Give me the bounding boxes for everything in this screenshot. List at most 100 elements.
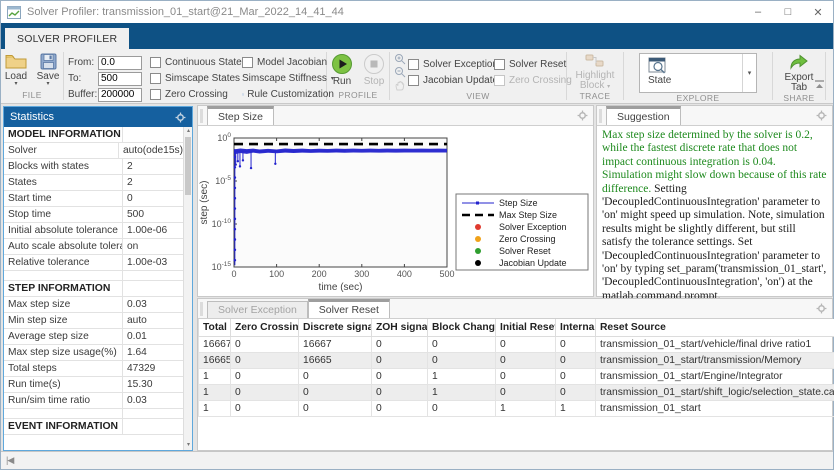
folder-icon	[5, 53, 27, 70]
stats-row[interactable]: Total steps47329	[4, 361, 183, 377]
svg-text:0: 0	[231, 269, 236, 279]
svg-text:10-5: 10-5	[215, 175, 231, 186]
tab-suggestion[interactable]: Suggestion	[606, 106, 681, 125]
column-header[interactable]: Discrete signal	[299, 319, 372, 336]
column-header[interactable]: Initial Reset	[496, 319, 556, 336]
statistics-panel: Statistics MODEL INFORMATIONSolverauto(o…	[3, 106, 193, 451]
zero-crossing-checkbox[interactable]	[150, 89, 161, 100]
tab-solver-reset[interactable]: Solver Reset	[308, 299, 390, 318]
stats-row[interactable]: Relative tolerance1.00e-03	[4, 255, 183, 271]
buffer-input[interactable]	[98, 88, 142, 102]
table-row[interactable]: 1000100transmission_01_start/shift_logic…	[199, 384, 834, 400]
ribbon-section-file: Load ▾ Save ▾ FILE	[1, 49, 63, 103]
simscape-stiffness-dropdown[interactable]: Simscape Stiffness▾	[242, 71, 334, 86]
stats-row[interactable]: Run/sim time ratio0.03	[4, 393, 183, 409]
zoom-in-icon[interactable]	[394, 53, 406, 65]
section-label-explore: EXPLORE	[624, 93, 772, 103]
scrollbar-thumb[interactable]	[185, 137, 191, 195]
stats-row[interactable]: Max step size0.03	[4, 297, 183, 313]
maximize-button[interactable]: □	[773, 1, 803, 23]
section-label-share: SHARE	[773, 93, 825, 103]
close-button[interactable]: ✕	[803, 1, 833, 23]
suggestion-gear-icon[interactable]	[816, 110, 827, 121]
scroll-up-icon[interactable]: ▴	[184, 127, 193, 136]
stats-row[interactable]: Average step size0.01	[4, 329, 183, 345]
table-row[interactable]: 1000011transmission_01_start	[199, 400, 834, 416]
svg-text:500: 500	[439, 269, 454, 279]
column-header[interactable]: Zero Crossing	[231, 319, 299, 336]
step-size-chart[interactable]: 010020030040050010010-510-1010-15time (s…	[198, 126, 593, 296]
column-header[interactable]: Total	[199, 319, 231, 336]
view-solver-exception-checkbox[interactable]	[408, 59, 419, 70]
stats-row	[4, 409, 183, 419]
collapse-left-panel-icon[interactable]: |◀	[6, 455, 13, 466]
zoom-out-icon[interactable]	[394, 66, 406, 78]
highlight-block-button: Highlight Block ▾	[569, 53, 621, 91]
scroll-down-icon[interactable]: ▾	[184, 441, 193, 450]
column-header[interactable]: Internal	[556, 319, 596, 336]
from-label: From:	[68, 57, 98, 68]
column-header[interactable]: ZOH signal	[372, 319, 428, 336]
simscape-states-checkbox[interactable]	[150, 73, 161, 84]
status-bar: |◀	[1, 451, 833, 469]
state-gallery-dropdown[interactable]: ▾	[742, 54, 756, 92]
statistics-scrollbar[interactable]: ▴ ▾	[183, 127, 192, 450]
panel-handle[interactable]	[200, 109, 203, 123]
collapse-ribbon-icon[interactable]	[814, 80, 825, 89]
stats-row[interactable]: Max step size usage(%)1.64	[4, 345, 183, 361]
tab-solver-profiler[interactable]: SOLVER PROFILER	[5, 28, 129, 49]
svg-text:10-15: 10-15	[212, 261, 232, 272]
svg-text:200: 200	[312, 269, 327, 279]
stats-row[interactable]: Blocks with states2	[4, 159, 183, 175]
ribbon-tabstrip: SOLVER PROFILER	[1, 23, 833, 49]
rule-customization-button[interactable]: Rule Customization	[242, 87, 334, 102]
tab-step-size[interactable]: Step Size	[207, 106, 274, 125]
continuous-states-checkbox[interactable]	[150, 57, 161, 68]
stats-row[interactable]: Auto scale absolute toleran...on	[4, 239, 183, 255]
view-solver-reset-checkbox[interactable]	[494, 59, 505, 70]
ribbon-section-view: Solver Exception Jacobian Update Solver …	[390, 49, 566, 103]
stats-row[interactable]: Stop time500	[4, 207, 183, 223]
stats-row[interactable]: MODEL INFORMATION	[4, 127, 183, 143]
section-label-trace: TRACE	[567, 91, 623, 103]
state-gallery-item[interactable]: State	[640, 54, 742, 92]
panel-handle[interactable]	[200, 302, 203, 316]
suggestion-text: Max step size determined by the solver i…	[597, 126, 832, 306]
stats-row[interactable]: States2	[4, 175, 183, 191]
tab-solver-exception[interactable]: Solver Exception	[207, 301, 308, 318]
statistics-gear-icon[interactable]	[175, 112, 186, 123]
table-row[interactable]: 166670166670000transmission_01_start/veh…	[199, 336, 834, 352]
table-row[interactable]: 1000100transmission_01_start/Engine/Inte…	[199, 368, 834, 384]
ribbon-section-configure: From: To: Buffer: Continuous	[64, 49, 326, 103]
solver-reset-table: TotalZero CrossingDiscrete signalZOH sig…	[198, 319, 834, 417]
minimize-button[interactable]: –	[743, 1, 773, 23]
load-button[interactable]: Load ▾	[1, 53, 31, 87]
reset-table-gear-icon[interactable]	[816, 303, 827, 314]
svg-text:300: 300	[354, 269, 369, 279]
model-jacobian-checkbox[interactable]	[242, 57, 253, 68]
run-button[interactable]: Run	[327, 53, 357, 87]
stats-row[interactable]: Initial absolute tolerance1.00e-06	[4, 223, 183, 239]
svg-text:step (sec): step (sec)	[199, 181, 210, 225]
column-header[interactable]: Reset Source	[596, 319, 834, 336]
view-jacobian-update-checkbox[interactable]	[408, 75, 419, 86]
panel-handle[interactable]	[599, 109, 602, 123]
stats-row[interactable]: Min step sizeauto	[4, 313, 183, 329]
from-input[interactable]	[98, 56, 142, 70]
section-label-view: VIEW	[390, 91, 566, 103]
table-row[interactable]: 166650166650000transmission_01_start/tra…	[199, 352, 834, 368]
caret-down-icon: ▾	[14, 82, 17, 87]
to-input[interactable]	[98, 72, 142, 86]
stats-row[interactable]: Start time0	[4, 191, 183, 207]
stats-row[interactable]: EVENT INFORMATION	[4, 419, 183, 435]
step-size-gear-icon[interactable]	[577, 110, 588, 121]
stop-button: Stop	[359, 53, 389, 87]
column-header[interactable]: Block Change	[428, 319, 496, 336]
stop-icon	[363, 53, 385, 75]
stats-row[interactable]: Run time(s)15.30	[4, 377, 183, 393]
save-button[interactable]: Save ▾	[33, 53, 63, 87]
to-label: To:	[68, 73, 98, 84]
stats-row[interactable]: STEP INFORMATION	[4, 281, 183, 297]
svg-text:Solver Reset: Solver Reset	[499, 246, 551, 256]
stats-row[interactable]: Solverauto(ode15s)	[4, 143, 183, 159]
